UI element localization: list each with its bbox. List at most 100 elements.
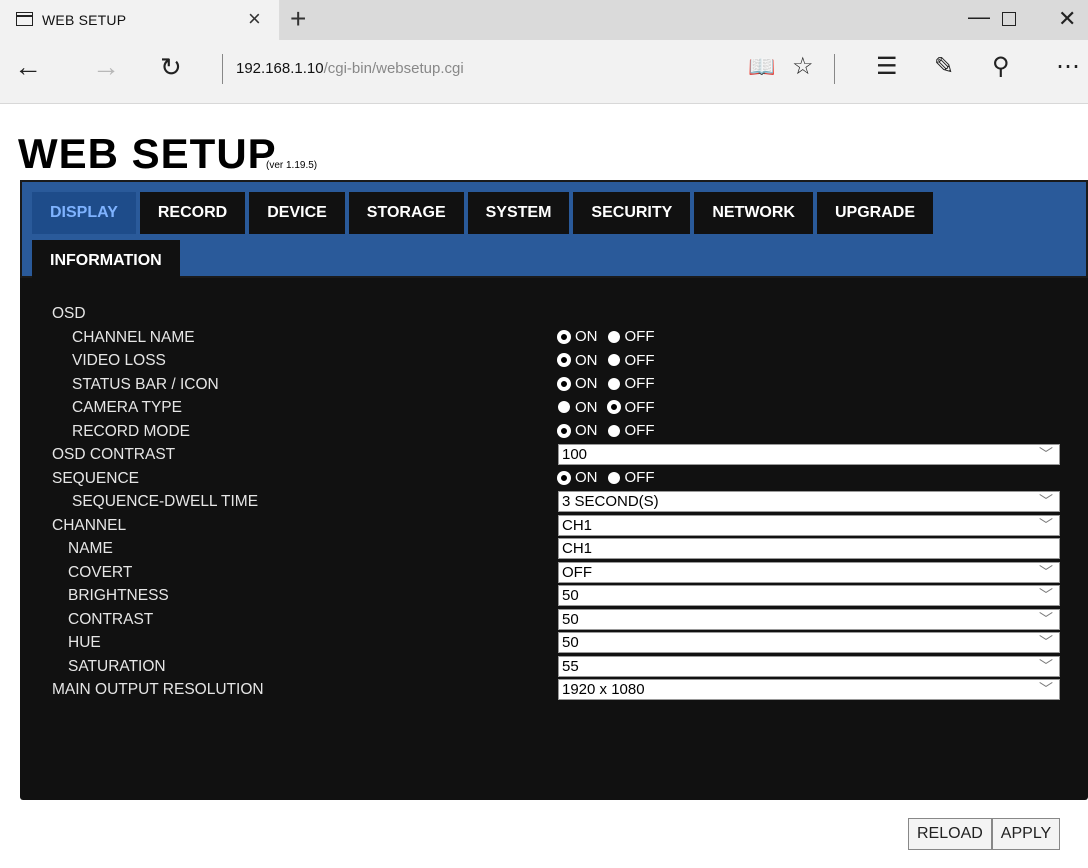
saturation-label: SATURATION — [68, 657, 166, 675]
radio-on-label: ON — [575, 469, 598, 486]
channel-name-row: CHANNEL NAME ON OFF — [52, 326, 1086, 350]
saturation-select[interactable]: 55 ﹀ — [558, 655, 1060, 677]
window-close-icon[interactable]: ✕ — [1058, 6, 1076, 32]
sequence-on-radio[interactable] — [558, 471, 570, 484]
select-value: 50 — [562, 610, 579, 628]
status-bar-on-radio[interactable] — [558, 377, 570, 390]
sequence-off-radio[interactable] — [607, 471, 620, 484]
channel-select[interactable]: CH1 ﹀ — [558, 514, 1060, 536]
toolbar-divider — [834, 54, 835, 84]
forward-icon[interactable]: → — [92, 50, 120, 84]
tab-navigation: DISPLAY RECORD DEVICE STORAGE SYSTEM SEC… — [20, 180, 1088, 282]
resolution-label: MAIN OUTPUT RESOLUTION — [52, 681, 264, 698]
camera-type-label: CAMERA TYPE — [72, 399, 182, 416]
video-loss-on-radio[interactable] — [558, 354, 570, 366]
select-value: 50 — [562, 587, 579, 604]
radio-off-label: OFF — [624, 375, 655, 392]
camera-type-off-radio[interactable] — [607, 401, 620, 413]
status-bar-off-radio[interactable] — [607, 377, 620, 390]
back-icon[interactable]: ← — [14, 50, 42, 84]
video-loss-off-radio[interactable] — [607, 354, 620, 366]
select-value: OFF — [562, 563, 592, 581]
record-mode-off-radio[interactable] — [607, 424, 620, 437]
record-mode-on-radio[interactable] — [558, 424, 570, 437]
covert-select[interactable]: OFF ﹀ — [558, 561, 1060, 583]
video-loss-row: VIDEO LOSS ON OFF — [52, 349, 1086, 373]
radio-off-label: OFF — [624, 398, 655, 416]
channel-name-off-radio[interactable] — [607, 330, 620, 343]
favorite-star-icon[interactable]: ☆ — [792, 52, 814, 82]
select-value: 100 — [562, 446, 588, 463]
camera-type-row: CAMERA TYPE ON OFF — [52, 396, 1086, 420]
more-icon[interactable]: ⋯ — [1056, 52, 1080, 82]
status-bar-radio: ON OFF — [558, 374, 663, 394]
name-row: NAME CH1 — [52, 537, 1086, 561]
radio-off-label: OFF — [624, 422, 655, 439]
maximize-icon[interactable] — [1002, 12, 1016, 26]
radio-off-label: OFF — [624, 351, 655, 369]
chevron-down-icon: ﹀ — [1039, 634, 1053, 650]
resolution-select[interactable]: 1920 x 1080 ﹀ — [558, 679, 1060, 700]
osd-contrast-select[interactable]: 100 ﹀ — [558, 444, 1060, 465]
tab-strip-background — [280, 0, 1088, 40]
hue-select[interactable]: 50 ﹀ — [558, 632, 1060, 653]
display-settings-form: OSD CHANNEL NAME ON OFF VIDEO LOSS ON OF… — [52, 302, 1086, 702]
close-tab-icon[interactable]: × — [248, 7, 261, 31]
reload-button[interactable]: RELOAD — [908, 818, 992, 850]
dwell-time-select[interactable]: 3 SECOND(S) ﹀ — [558, 491, 1060, 512]
share-icon[interactable]: ⚲ — [992, 52, 1010, 82]
chevron-down-icon: ﹀ — [1039, 587, 1053, 603]
reading-view-icon[interactable]: 📖 — [748, 52, 775, 82]
channel-name-radio: ON OFF — [558, 327, 663, 347]
tab-network[interactable]: NETWORK — [694, 192, 813, 234]
contrast-select[interactable]: 50 ﹀ — [558, 608, 1060, 630]
covert-row: COVERT OFF ﹀ — [52, 561, 1086, 585]
osd-heading: OSD — [52, 305, 86, 322]
status-bar-row: STATUS BAR / ICON ON OFF — [52, 373, 1086, 397]
name-label: NAME — [68, 540, 113, 557]
dwell-time-row: SEQUENCE-DWELL TIME 3 SECOND(S) ﹀ — [52, 490, 1086, 514]
page-title: WEB SETUP — [18, 130, 277, 177]
resolution-row: MAIN OUTPUT RESOLUTION 1920 x 1080 ﹀ — [52, 678, 1086, 702]
chevron-down-icon: ﹀ — [1039, 563, 1053, 580]
tab-system[interactable]: SYSTEM — [467, 192, 570, 234]
refresh-icon[interactable]: ↻ — [160, 50, 182, 84]
chevron-down-icon: ﹀ — [1039, 681, 1053, 697]
browser-tab[interactable]: WEB SETUP × — [0, 0, 280, 40]
camera-type-on-radio[interactable] — [558, 401, 570, 413]
chevron-down-icon: ﹀ — [1039, 446, 1053, 462]
tab-security[interactable]: SECURITY — [573, 192, 691, 234]
tab-information[interactable]: INFORMATION — [32, 240, 180, 282]
select-value: 1920 x 1080 — [562, 681, 645, 698]
address-divider — [222, 54, 223, 84]
chevron-down-icon: ﹀ — [1039, 516, 1053, 533]
settings-panel: DISPLAY RECORD DEVICE STORAGE SYSTEM SEC… — [20, 180, 1088, 800]
select-value: 50 — [562, 634, 579, 651]
channel-name-on-radio[interactable] — [558, 330, 570, 343]
tab-record[interactable]: RECORD — [139, 192, 246, 234]
apply-button[interactable]: APPLY — [991, 818, 1061, 850]
brightness-select[interactable]: 50 ﹀ — [558, 585, 1060, 606]
osd-contrast-label: OSD CONTRAST — [52, 446, 176, 463]
tab-device[interactable]: DEVICE — [249, 192, 345, 234]
channel-name-input[interactable]: CH1 — [558, 538, 1060, 559]
channel-label: CHANNEL — [52, 516, 127, 534]
web-note-icon[interactable]: ✎ — [934, 52, 954, 82]
address-bar[interactable]: 192.168.1.10/cgi-bin/websetup.cgi — [236, 60, 464, 77]
hub-icon[interactable]: ☰ — [876, 52, 898, 82]
hue-row: HUE 50 ﹀ — [52, 631, 1086, 655]
contrast-label: CONTRAST — [68, 610, 154, 628]
radio-on-label: ON — [575, 398, 598, 416]
osd-contrast-row: OSD CONTRAST 100 ﹀ — [52, 443, 1086, 467]
select-value: 3 SECOND(S) — [562, 493, 659, 510]
dwell-time-label: SEQUENCE-DWELL TIME — [72, 493, 259, 510]
tab-display[interactable]: DISPLAY — [32, 192, 136, 234]
hue-label: HUE — [68, 634, 101, 651]
record-mode-label: RECORD MODE — [72, 422, 190, 440]
footer-buttons: RELOAD APPLY — [908, 818, 1061, 850]
tab-storage[interactable]: STORAGE — [348, 192, 464, 234]
minimize-icon[interactable]: — — [968, 4, 990, 30]
tab-upgrade[interactable]: UPGRADE — [816, 192, 933, 234]
sequence-row: SEQUENCE ON OFF — [52, 467, 1086, 491]
new-tab-icon[interactable]: + — [290, 4, 306, 34]
